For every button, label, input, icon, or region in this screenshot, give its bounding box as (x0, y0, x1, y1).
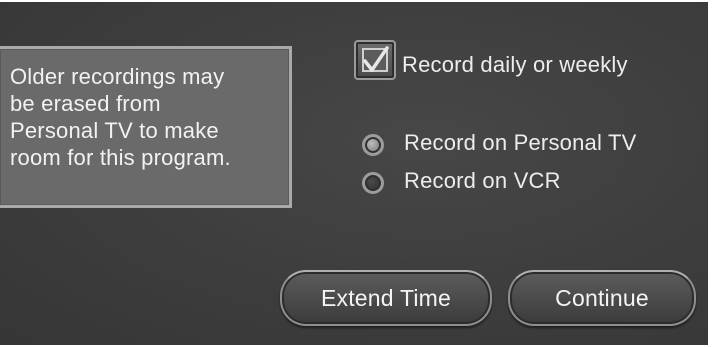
info-message-panel: Older recordings may be erased from Pers… (0, 46, 292, 208)
record-personal-tv-radio[interactable] (362, 134, 384, 156)
record-daily-weekly-label: Record daily or weekly (402, 52, 628, 77)
record-daily-weekly-checkbox[interactable] (354, 40, 396, 80)
record-vcr-label: Record on VCR (404, 168, 561, 193)
info-message-line: Personal TV to make (10, 118, 219, 143)
extend-time-button[interactable]: Extend Time (280, 270, 492, 326)
record-vcr-radio[interactable] (362, 172, 384, 194)
checkmark-icon (363, 46, 389, 72)
record-personal-tv-label: Record on Personal TV (404, 130, 637, 155)
info-message-line: be erased from (10, 91, 161, 116)
continue-button[interactable]: Continue (508, 270, 696, 326)
info-message-line: room for this program. (10, 145, 231, 170)
info-message-line: Older recordings may (10, 64, 225, 89)
recording-options-screen: Older recordings may be erased from Pers… (0, 2, 708, 345)
